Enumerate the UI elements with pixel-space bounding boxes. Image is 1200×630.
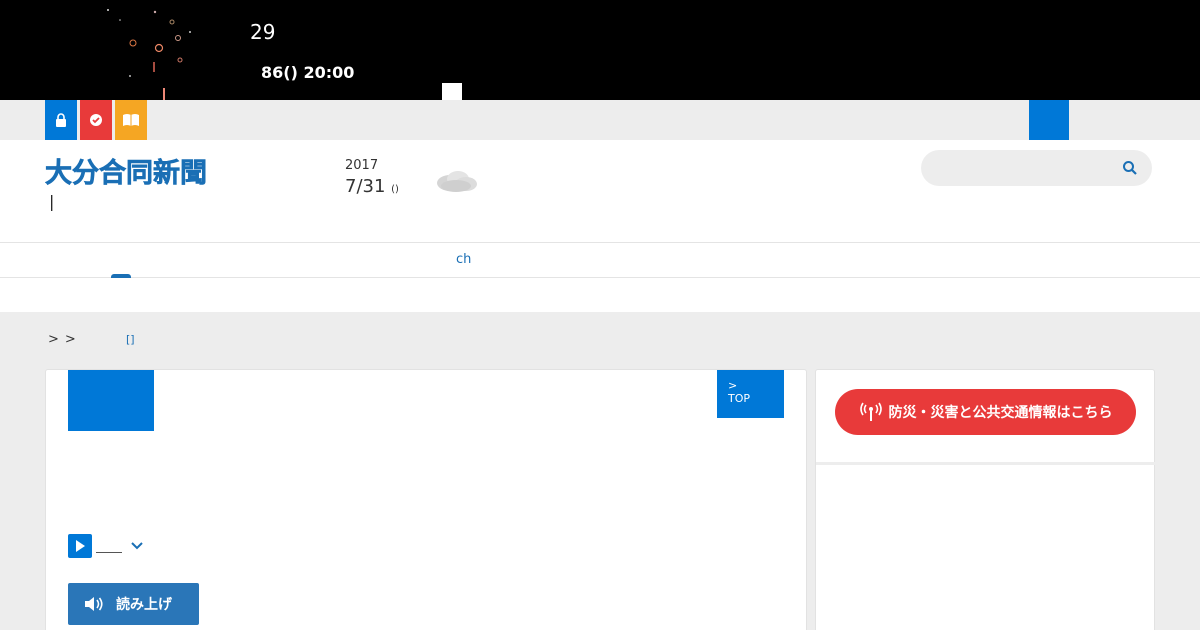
audio-player [68,533,144,559]
read-aloud-label: 読み上げ [116,597,172,613]
article-card: > TOP 読み上げ [45,369,807,630]
chevron-down-icon[interactable] [130,539,144,553]
site-logo[interactable]: 大分合同新聞 [45,154,267,188]
lock-icon [56,113,66,127]
broadcast-icon [859,402,882,421]
play-button[interactable] [68,534,92,558]
login-button[interactable] [45,100,77,140]
date-month-day: 7/31 () [345,176,399,197]
breadcrumb: > > [] [48,332,135,347]
search-box [921,150,1152,186]
search-icon[interactable] [1122,160,1138,176]
top-banner[interactable]: 29 86() 20:00 [0,0,1200,100]
top-link[interactable]: > TOP [717,370,784,418]
book-icon [123,114,139,126]
player-track [96,551,122,553]
menu-button[interactable] [1029,100,1069,140]
site-header: 大分合同新聞 | 2017 7/31 () [0,140,1200,242]
e-paper-button[interactable] [115,100,147,140]
check-icon [90,114,102,126]
play-icon [76,540,85,552]
register-button[interactable] [80,100,112,140]
svg-text:大分合同新聞: 大分合同新聞 [45,157,207,188]
breadcrumb-link[interactable]: [] [126,333,135,346]
fireworks-image [107,9,191,100]
header-pipe: | [49,192,55,211]
sidebar: 防災・災害と公共交通情報はこちら [815,369,1156,630]
read-aloud-button[interactable]: 読み上げ [68,583,199,625]
banner-subline: 86() 20:00 [261,63,355,82]
category-label[interactable] [68,370,154,431]
disaster-info-button[interactable]: 防災・災害と公共交通情報はこちら [835,389,1136,435]
banner-headline: 29 [250,20,276,44]
top-link-arrow: > [728,379,738,392]
main-nav: ch [0,242,1200,279]
banner-marker [442,83,462,100]
date-md-text: 7/31 [345,176,386,197]
sub-nav [0,278,1200,312]
search-input[interactable] [935,158,1115,178]
utility-bar [0,100,1200,140]
nav-item-ch[interactable]: ch [456,252,471,267]
disaster-info-label: 防災・災害と公共交通情報はこちら [888,405,1113,421]
breadcrumb-separator: > [48,332,59,347]
top-link-label: TOP [728,392,751,405]
date-weekday: () [391,184,399,195]
cloudy-icon [437,171,477,192]
sidebar-divider [816,462,1156,465]
date-year: 2017 [345,158,379,173]
breadcrumb-separator: > [64,332,76,347]
speaker-icon [85,597,103,611]
